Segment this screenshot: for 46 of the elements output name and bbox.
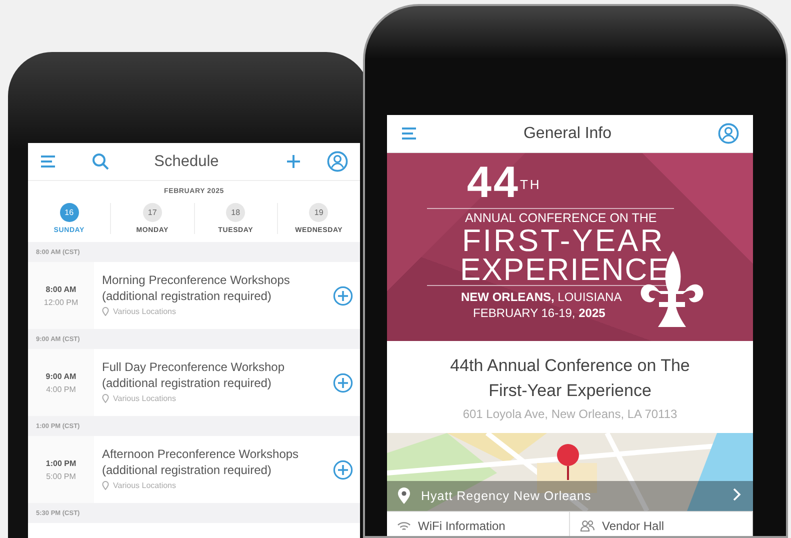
chevron-icon[interactable] [733,488,741,501]
location-pin-icon [102,481,109,490]
location-pin-icon [102,394,109,403]
banner-headline: FIRST-YEAR [462,227,665,255]
add-circle-icon[interactable] [333,460,353,480]
add-circle-icon[interactable] [333,286,353,306]
session-title: Afternoon Preconference Workshops (additional registration required) [102,446,300,478]
search-icon[interactable] [92,153,109,170]
end-time: 12:00 PM [44,298,78,306]
event-title: 44th Annual Conference on The First-Year Experience [449,355,691,402]
wifi-icon [397,520,411,532]
screen-title: General Info [522,124,613,142]
date-badge[interactable]: 17 [142,203,162,222]
event-address: 601 Loyola Ave, New Orleans, LA 70113 [462,407,678,421]
banner-number: 44$^{TH}$ [467,161,542,205]
start-time: 9:00 AM [46,372,76,380]
date-badge[interactable]: 18 [226,203,246,222]
menu-icon[interactable] [40,155,56,168]
add-circle-icon[interactable] [333,372,353,392]
menu-icon[interactable] [401,127,417,140]
map-place-label: Hyatt Regency New Orleans [421,489,592,503]
date-badge[interactable]: 19 [309,203,328,222]
location-pin-icon [397,487,411,505]
people-icon [580,520,595,532]
tile-label: WiFi Information [418,519,506,533]
banner-subtitle: ANNUAL CONFERENCE ON THE [465,210,657,227]
tile-label: Vendor Hall [602,519,664,533]
end-time: 4:00 PM [46,384,76,394]
session-title: Full Day Preconference Workshop (additional registration required) [102,359,286,391]
start-time: 1:00 PM [46,458,76,468]
session-location: Various Locations [113,394,176,403]
start-time: 8:00 AM [46,284,76,294]
session-location: Various Locations [113,481,176,490]
location-pin-icon [102,307,109,316]
profile-icon[interactable] [718,123,739,144]
screen-title: Schedule [153,152,220,170]
menu-tile[interactable]: Vendor Hall [570,512,753,536]
add-icon[interactable] [286,154,301,169]
banner-dates: FEBRUARY 16-19, 2025 [473,306,606,321]
session-title: Morning Preconference Workshops (additional registration required) [102,272,291,304]
session-location: Various Locations [113,307,176,316]
banner-location: NEW ORLEANS, LOUISIANA [461,289,622,306]
end-time: 5:00 PM [46,472,76,480]
profile-icon[interactable] [327,151,348,172]
banner-headline: EXPERIENCE [460,255,670,285]
menu-tile[interactable]: WiFi Information [387,512,570,536]
